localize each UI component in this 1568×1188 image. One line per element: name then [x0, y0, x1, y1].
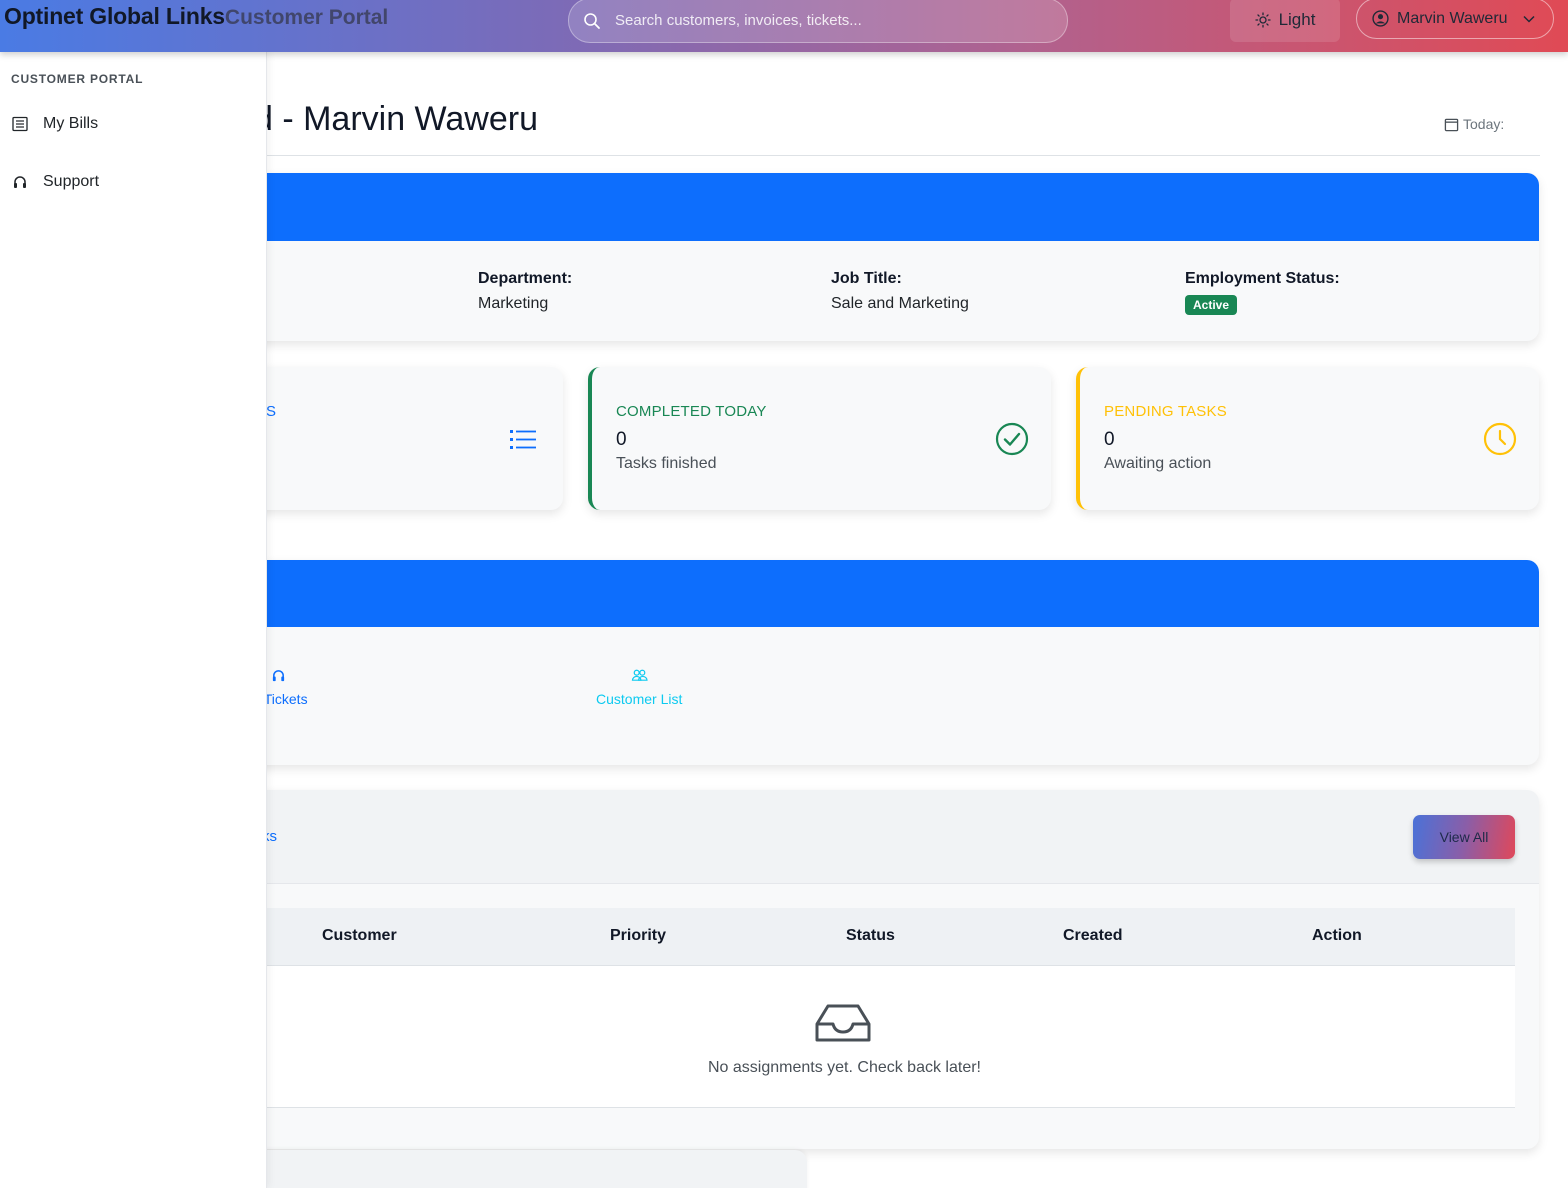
- quick-action-customer-list[interactable]: Customer List: [596, 668, 682, 707]
- theme-toggle-button[interactable]: Light: [1230, 0, 1340, 42]
- people-icon: [631, 669, 648, 681]
- sidebar-item-my-bills[interactable]: My Bills: [11, 111, 98, 137]
- stat-label: PENDING TASKS: [1104, 403, 1227, 420]
- sidebar-item-label: My Bills: [43, 115, 99, 132]
- department-value: Marketing: [478, 295, 549, 312]
- stat-count: 0: [616, 429, 627, 450]
- welcome-card: n! Department: Marketing Job Title: Sale…: [150, 173, 1539, 341]
- chevron-down-icon: [1523, 15, 1535, 23]
- user-circle-icon: [1372, 10, 1389, 27]
- clock-icon: [1483, 422, 1517, 456]
- empty-state-message: No assignments yet. Check back later!: [707, 1059, 981, 1076]
- receipt-icon: [12, 116, 28, 132]
- column-priority[interactable]: Priority: [610, 927, 666, 945]
- welcome-card-header: n!: [150, 173, 1539, 241]
- user-name: Marvin Waweru: [1397, 9, 1508, 27]
- department-label: Department:: [478, 270, 573, 287]
- quick-action-label: Customer List: [596, 691, 683, 707]
- global-search[interactable]: [568, 0, 1068, 43]
- column-status[interactable]: Status: [846, 927, 895, 945]
- today-label: Today:: [1463, 116, 1505, 132]
- assignments-table-header: Customer Priority Status Created Action: [174, 908, 1515, 966]
- stat-description: Awaiting action: [1104, 455, 1212, 472]
- stat-card-pending: PENDING TASKS 0 Awaiting action: [1076, 367, 1539, 510]
- column-created[interactable]: Created: [1063, 927, 1123, 945]
- sidebar-item-label: Support: [43, 173, 100, 190]
- list-icon: [510, 430, 536, 449]
- view-all-button[interactable]: View All: [1413, 815, 1515, 859]
- job-title-value: Sale and Marketing: [831, 295, 969, 312]
- assignments-header: ks View All: [150, 790, 1539, 884]
- check-circle-icon: [995, 422, 1029, 456]
- calendar-icon: [1444, 118, 1459, 131]
- today-indicator: Today:: [1444, 116, 1504, 132]
- stat-count: 0: [1104, 429, 1115, 450]
- quick-actions-header: [150, 560, 1539, 627]
- theme-label: Light: [1278, 10, 1316, 29]
- stat-description: Tasks finished: [616, 455, 717, 472]
- column-action[interactable]: Action: [1312, 927, 1362, 945]
- stat-label: S: [266, 403, 277, 420]
- user-menu-button[interactable]: Marvin Waweru: [1356, 0, 1554, 39]
- assignments-card: ks View All Customer Priority Status Cre…: [150, 790, 1539, 1149]
- stat-card-completed: COMPLETED TODAY 0 Tasks finished: [588, 367, 1051, 510]
- brand[interactable]: Optinet Global Links Customer Portal: [4, 3, 388, 33]
- headset-icon: [14, 176, 26, 188]
- sun-icon: [1254, 12, 1271, 28]
- sidebar-item-support[interactable]: Support: [11, 169, 99, 195]
- brand-name: Optinet Global Links: [4, 3, 225, 29]
- assignments-table-body: No assignments yet. Check back later!: [174, 966, 1515, 1108]
- sidebar-heading: CUSTOMER PORTAL: [11, 72, 144, 86]
- sidebar: CUSTOMER PORTAL My Bills Support: [0, 52, 267, 1188]
- employment-status-label: Employment Status:: [1185, 270, 1340, 287]
- status-badge: Active: [1185, 295, 1238, 315]
- title-divider: [150, 155, 1540, 156]
- quick-actions-card: w Tickets Customer List: [150, 560, 1539, 765]
- inbox-icon: [815, 1004, 871, 1042]
- job-title-label: Job Title:: [831, 270, 902, 287]
- column-customer[interactable]: Customer: [322, 927, 397, 945]
- search-icon: [584, 12, 600, 29]
- headset-icon: [273, 670, 285, 682]
- stat-label: COMPLETED TODAY: [616, 403, 767, 420]
- brand-subtitle: Customer Portal: [224, 6, 389, 29]
- top-navbar: Optinet Global Links Customer Portal Lig…: [0, 0, 1568, 52]
- search-input[interactable]: [615, 12, 1067, 29]
